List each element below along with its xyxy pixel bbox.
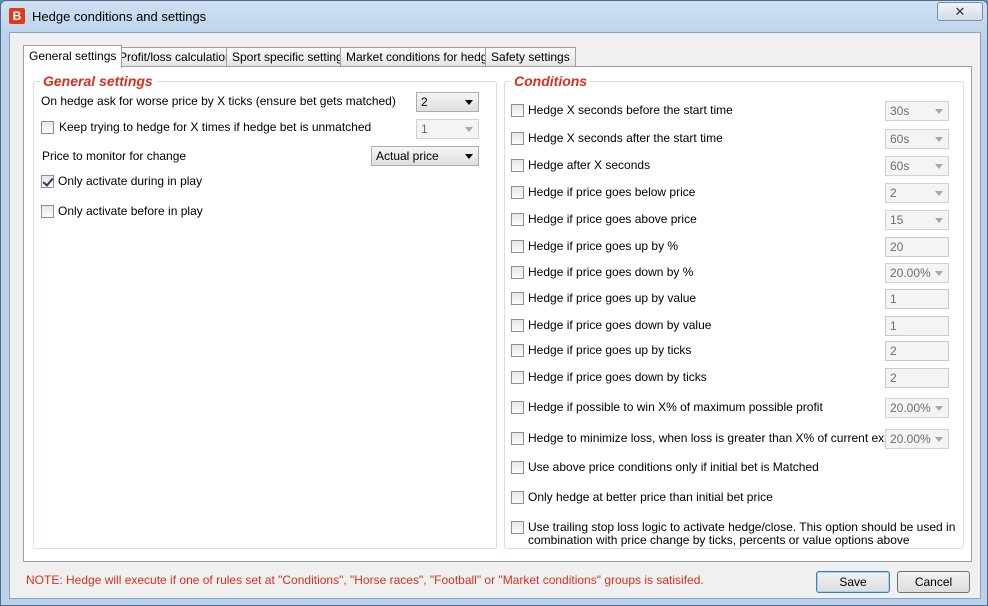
tab-market-conditions[interactable]: Market conditions for hedge (340, 47, 501, 67)
condition-checkbox[interactable] (511, 319, 524, 332)
tab-safety-settings[interactable]: Safety settings (485, 47, 576, 67)
general-settings-title: General settings (40, 73, 156, 89)
condition-label: Hedge if price goes down by % (528, 265, 694, 279)
chevron-down-icon (935, 218, 943, 223)
condition-value: 20.00% (890, 266, 931, 280)
condition-value-dropdown[interactable]: 15 (885, 210, 949, 230)
condition-checkbox[interactable] (511, 491, 524, 504)
cancel-button[interactable]: Cancel (897, 571, 970, 593)
chevron-down-icon (935, 137, 943, 142)
price-monitor-value: Actual price (376, 149, 439, 163)
in-play-checkbox[interactable] (41, 175, 54, 188)
condition-checkbox[interactable] (511, 461, 524, 474)
condition-checkbox[interactable] (511, 240, 524, 253)
chevron-down-icon (935, 191, 943, 196)
condition-checkbox[interactable] (511, 521, 524, 534)
keep-trying-label: Keep trying to hedge for X times if hedg… (59, 120, 372, 134)
before-play-label: Only activate before in play (58, 204, 203, 218)
condition-label: Hedge to minimize loss, when loss is gre… (528, 431, 921, 445)
condition-label: Hedge if price goes down by ticks (528, 370, 707, 384)
condition-value: 2 (890, 186, 897, 200)
close-button[interactable]: ✕ (937, 2, 983, 21)
condition-label: Hedge if price goes below price (528, 185, 696, 199)
condition-checkbox[interactable] (511, 186, 524, 199)
conditions-title: Conditions (511, 73, 591, 89)
price-monitor-label: Price to monitor for change (42, 149, 187, 163)
condition-value-dropdown[interactable]: 60s (885, 156, 949, 176)
condition-value-dropdown[interactable]: 2 (885, 183, 949, 203)
dialog-client-area: General settings Profit/loss calculation… (9, 32, 981, 599)
condition-label: Only hedge at better price than initial … (528, 490, 773, 504)
chevron-down-icon (935, 164, 943, 169)
condition-value-input[interactable]: 20 (885, 237, 949, 257)
condition-label: Hedge X seconds after the start time (528, 131, 723, 145)
condition-value-dropdown[interactable]: 20.00% (885, 263, 949, 283)
hedge-note: NOTE: Hedge will execute if one of rules… (26, 573, 704, 587)
keep-trying-times-dropdown[interactable]: 1 (416, 119, 479, 139)
condition-label: Use trailing stop loss logic to activate… (528, 520, 956, 534)
condition-value: 15 (890, 213, 904, 227)
window-title: Hedge conditions and settings (32, 9, 207, 24)
condition-value-dropdown[interactable]: 60s (885, 129, 949, 149)
condition-label-continued: combination with price change by ticks, … (528, 533, 910, 547)
condition-value-dropdown[interactable]: 20.00% (885, 429, 949, 449)
condition-value: 20.00% (890, 432, 931, 446)
chevron-down-icon (465, 154, 473, 159)
keep-trying-checkbox[interactable] (41, 121, 54, 134)
condition-label: Hedge if price goes down by value (528, 318, 712, 332)
in-play-label: Only activate during in play (58, 174, 203, 188)
condition-checkbox[interactable] (511, 132, 524, 145)
chevron-down-icon (935, 437, 943, 442)
title-bar[interactable]: B Hedge conditions and settings ✕ (1, 1, 987, 33)
condition-value-input[interactable]: 2 (885, 368, 949, 388)
worse-price-ticks-value: 2 (421, 95, 428, 109)
tab-profit-loss-calculation[interactable]: Profit/loss calculation (113, 47, 238, 67)
chevron-down-icon (935, 406, 943, 411)
chevron-down-icon (935, 109, 943, 114)
condition-label: Hedge X seconds before the start time (528, 103, 733, 117)
condition-checkbox[interactable] (511, 371, 524, 384)
condition-checkbox[interactable] (511, 266, 524, 279)
app-logo-icon: B (9, 8, 25, 24)
condition-value: 60s (890, 132, 910, 146)
worse-price-label: On hedge ask for worse price by X ticks … (41, 94, 396, 108)
tab-general-settings[interactable]: General settings (23, 45, 123, 68)
keep-trying-times-value: 1 (421, 122, 428, 136)
condition-value: 60s (890, 159, 910, 173)
condition-checkbox[interactable] (511, 159, 524, 172)
condition-label: Hedge if price goes up by value (528, 291, 697, 305)
condition-value-dropdown[interactable]: 30s (885, 101, 949, 121)
condition-value-dropdown[interactable]: 20.00% (885, 398, 949, 418)
tab-sport-specific-settings[interactable]: Sport specific settings (226, 47, 355, 67)
condition-label: Hedge after X seconds (528, 158, 651, 172)
condition-value: 30s (890, 104, 910, 118)
condition-label: Hedge if possible to win X% of maximum p… (528, 400, 823, 414)
condition-label: Hedge if price goes up by ticks (528, 343, 692, 357)
chevron-down-icon (935, 271, 943, 276)
general-settings-panel: General settings On hedge ask for worse … (23, 66, 972, 562)
condition-checkbox[interactable] (511, 213, 524, 226)
chevron-down-icon (465, 100, 473, 105)
condition-checkbox[interactable] (511, 401, 524, 414)
condition-checkbox[interactable] (511, 432, 524, 445)
condition-label: Use above price conditions only if initi… (528, 460, 819, 474)
worse-price-ticks-dropdown[interactable]: 2 (416, 92, 479, 112)
condition-label: Hedge if price goes up by % (528, 239, 679, 253)
save-button[interactable]: Save (816, 571, 890, 593)
conditions-group: Conditions (504, 73, 964, 549)
condition-value-input[interactable]: 1 (885, 289, 949, 309)
condition-value: 20.00% (890, 401, 931, 415)
condition-checkbox[interactable] (511, 344, 524, 357)
condition-checkbox[interactable] (511, 292, 524, 305)
condition-value-input[interactable]: 1 (885, 316, 949, 336)
condition-checkbox[interactable] (511, 104, 524, 117)
before-play-checkbox[interactable] (41, 205, 54, 218)
condition-label: Hedge if price goes above price (528, 212, 697, 226)
chevron-down-icon (465, 127, 473, 132)
dialog-window: B Hedge conditions and settings ✕ Genera… (0, 0, 988, 606)
price-monitor-dropdown[interactable]: Actual price (371, 146, 479, 166)
condition-value-input[interactable]: 2 (885, 341, 949, 361)
